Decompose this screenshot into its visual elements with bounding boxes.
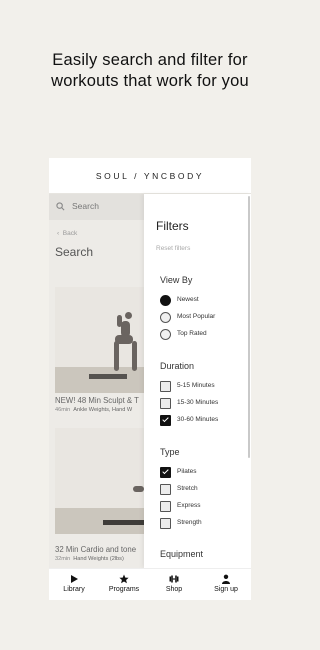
chevron-left-icon: ‹ <box>57 230 60 237</box>
section-view-by: View By <box>160 275 193 285</box>
section-equipment: Equipment <box>160 549 204 559</box>
checkbox[interactable] <box>160 415 171 426</box>
workout-duration: 32min <box>55 556 71 562</box>
checkbox[interactable] <box>160 484 171 495</box>
workout-meta: 32min Hand Weights (2lbs) <box>55 556 124 562</box>
person-icon <box>222 574 230 584</box>
checkbox[interactable] <box>160 398 171 409</box>
filters-panel: Filters Reset filters View By Newest Mos… <box>144 194 251 568</box>
back-label: Back <box>62 230 78 237</box>
tab-library[interactable]: Library <box>49 569 99 600</box>
radio-button[interactable] <box>160 329 171 340</box>
checkbox[interactable] <box>160 518 171 529</box>
filters-title: Filters <box>156 219 189 233</box>
section-duration: Duration <box>160 361 195 371</box>
radio-button[interactable] <box>160 295 171 306</box>
tab-label: Shop <box>165 586 183 593</box>
option-label: Express <box>177 502 201 509</box>
option-label: Newest <box>177 296 199 303</box>
checkbox[interactable] <box>160 467 171 478</box>
checkbox[interactable] <box>160 381 171 392</box>
star-icon <box>119 574 129 584</box>
search-input[interactable]: Search <box>72 201 99 211</box>
workout-thumbnail[interactable] <box>55 428 144 534</box>
radio-button[interactable] <box>160 312 171 323</box>
option-label: 15-30 Minutes <box>177 399 219 406</box>
workout-meta: 46min Ankle Weights, Hand W <box>55 407 132 413</box>
tab-label: Sign up <box>214 586 238 593</box>
option-label: 30-60 Minutes <box>177 416 219 423</box>
workout-equipment: Ankle Weights, Hand W <box>73 407 133 413</box>
headline: Easily search and filter for workouts th… <box>0 50 300 92</box>
section-type: Type <box>160 447 180 457</box>
search-screen-background: Search ‹ Back Search NEW! 48 Min Sculpt … <box>49 194 144 568</box>
option-label: Most Popular <box>177 313 216 320</box>
search-icon <box>56 202 65 211</box>
headline-line-2: workouts that work for you <box>51 72 249 90</box>
scrollbar[interactable] <box>248 196 250 458</box>
workout-title[interactable]: 32 Min Cardio and tone <box>55 545 136 554</box>
play-icon <box>71 575 78 583</box>
tab-label: Programs <box>108 586 140 593</box>
dumbbell-icon <box>169 575 179 583</box>
workout-title[interactable]: NEW! 48 Min Sculpt & T <box>55 396 139 405</box>
brand-logo: SOUL / YNCBODY <box>49 158 251 194</box>
tab-label: Library <box>63 586 85 593</box>
option-label: 5-15 Minutes <box>177 382 215 389</box>
search-bar[interactable]: Search <box>49 194 144 220</box>
tab-sign-up[interactable]: Sign up <box>201 569 251 600</box>
option-label: Top Rated <box>177 330 207 337</box>
back-link[interactable]: ‹ Back <box>57 230 77 237</box>
workout-thumbnail[interactable] <box>55 287 144 393</box>
phone-screen: SOUL / YNCBODY Search ‹ Back Search NEW!… <box>49 158 251 600</box>
workout-equipment: Hand Weights (2lbs) <box>73 556 124 562</box>
page-title: Search <box>55 245 94 259</box>
option-label: Stretch <box>177 485 198 492</box>
tab-shop[interactable]: Shop <box>149 569 199 600</box>
reset-filters-link[interactable]: Reset filters <box>156 245 190 252</box>
workout-duration: 46min <box>55 407 71 413</box>
headline-line-1: Easily search and filter for <box>52 51 248 69</box>
option-label: Pilates <box>177 468 197 475</box>
checkbox[interactable] <box>160 501 171 512</box>
bottom-tab-bar: Library Programs Shop Sign up <box>49 568 251 600</box>
tab-programs[interactable]: Programs <box>99 569 149 600</box>
option-label: Strength <box>177 519 202 526</box>
